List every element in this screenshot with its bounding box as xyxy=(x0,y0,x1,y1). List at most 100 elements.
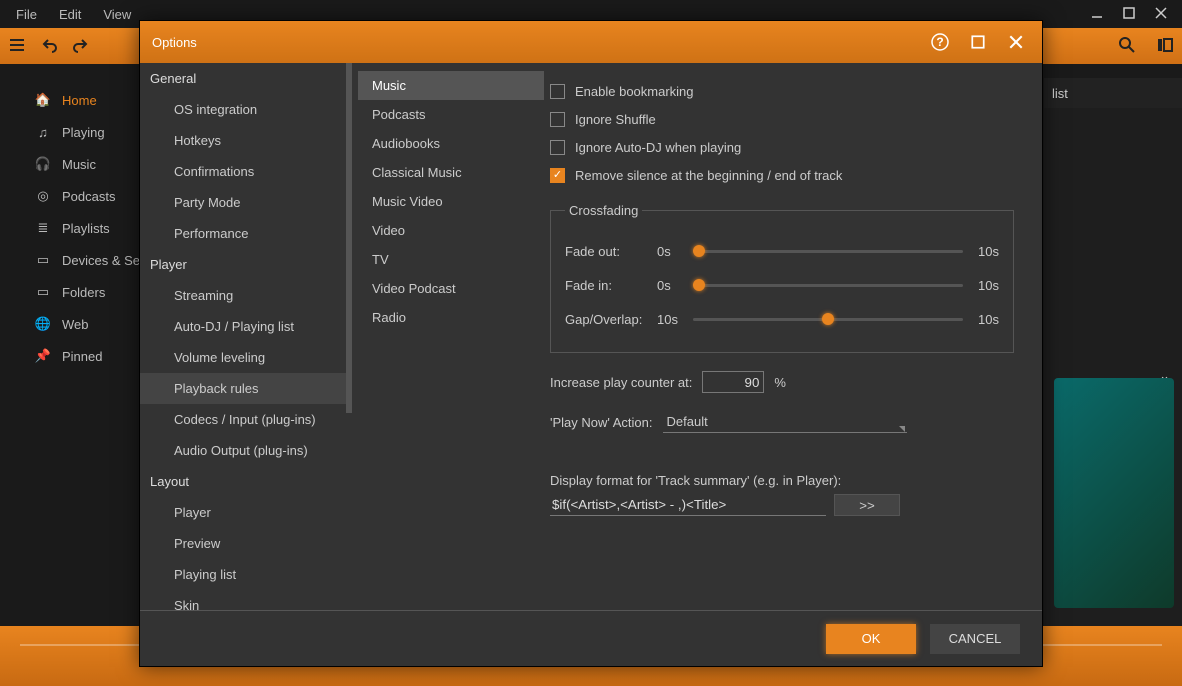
media-type-music-video[interactable]: Music Video xyxy=(358,187,544,216)
panel-toggle-icon[interactable] xyxy=(1156,36,1174,57)
dialog-footer: OK CANCEL xyxy=(140,610,1042,666)
ok-button[interactable]: OK xyxy=(826,624,916,654)
undo-icon[interactable] xyxy=(40,36,58,57)
album-art xyxy=(1054,378,1174,608)
tree-item-playing-list[interactable]: Playing list xyxy=(140,559,352,590)
sidebar-item-label: Podcasts xyxy=(62,189,115,204)
label-fade-out: Fade out: xyxy=(565,244,647,259)
tree-scrollbar[interactable] xyxy=(346,63,352,413)
dropdown-icon xyxy=(899,426,905,432)
music-note-icon: ♫ xyxy=(34,123,52,141)
tree-item-party-mode[interactable]: Party Mode xyxy=(140,187,352,218)
input-display-format[interactable] xyxy=(550,494,826,516)
media-type-classical[interactable]: Classical Music xyxy=(358,158,544,187)
label-play-now-action: 'Play Now' Action: xyxy=(550,415,653,430)
sidebar-item-devices[interactable]: ▭ Devices & Se xyxy=(0,244,145,276)
media-type-music[interactable]: Music xyxy=(358,71,544,100)
options-dialog: Options ? General OS integration Hotkeys… xyxy=(139,20,1043,667)
globe-icon: 🌐 xyxy=(34,315,52,333)
sidebar-item-podcasts[interactable]: ◎ Podcasts xyxy=(0,180,145,212)
sidebar-item-pinned[interactable]: 📌 Pinned xyxy=(0,340,145,372)
device-icon: ▭ xyxy=(34,251,52,269)
label-display-format: Display format for 'Track summary' (e.g.… xyxy=(550,473,1014,488)
hamburger-icon[interactable] xyxy=(8,36,26,57)
tree-item-performance[interactable]: Performance xyxy=(140,218,352,249)
label-enable-bookmarking: Enable bookmarking xyxy=(575,84,694,99)
media-type-audiobooks[interactable]: Audiobooks xyxy=(358,129,544,158)
tree-item-layout-player[interactable]: Player xyxy=(140,497,352,528)
tree-item-auto-dj[interactable]: Auto-DJ / Playing list xyxy=(140,311,352,342)
tree-item-skin[interactable]: Skin xyxy=(140,590,352,610)
podcast-icon: ◎ xyxy=(34,187,52,205)
menu-edit[interactable]: Edit xyxy=(49,3,91,26)
search-icon[interactable] xyxy=(1118,36,1136,57)
label-ignore-shuffle: Ignore Shuffle xyxy=(575,112,656,127)
checkbox-ignore-autodj[interactable] xyxy=(550,140,565,155)
input-increase-counter[interactable] xyxy=(702,371,764,393)
sidebar-item-label: Playing xyxy=(62,125,105,140)
label-remove-silence: Remove silence at the beginning / end of… xyxy=(575,168,842,183)
sidebar-item-label: Web xyxy=(62,317,89,332)
label-gap-overlap: Gap/Overlap: xyxy=(565,312,647,327)
sidebar-item-label: Music xyxy=(62,157,96,172)
tree-item-playback-rules[interactable]: Playback rules xyxy=(140,373,352,404)
sidebar-item-label: Home xyxy=(62,93,97,108)
slider-gap-overlap[interactable] xyxy=(693,310,963,328)
tree-item-codecs[interactable]: Codecs / Input (plug-ins) xyxy=(140,404,352,435)
tree-item-streaming[interactable]: Streaming xyxy=(140,280,352,311)
sidebar-item-playing[interactable]: ♫ Playing xyxy=(0,116,145,148)
gap-min: 10s xyxy=(657,312,683,327)
media-type-video[interactable]: Video xyxy=(358,216,544,245)
help-icon[interactable]: ? xyxy=(926,28,954,56)
sidebar-item-home[interactable]: 🏠Home xyxy=(0,84,145,116)
close-icon[interactable] xyxy=(1154,6,1168,23)
crossfading-legend: Crossfading xyxy=(565,203,642,218)
pin-icon: 📌 xyxy=(34,347,52,365)
right-panel: list ⌄ Rating: xyxy=(1044,78,1182,626)
playback-rules-pane: Enable bookmarking Ignore Shuffle Ignore… xyxy=(544,63,1042,610)
sidebar-item-playlists[interactable]: ≣Playlists xyxy=(0,212,145,244)
media-type-video-podcast[interactable]: Video Podcast xyxy=(358,274,544,303)
button-format-more[interactable]: >> xyxy=(834,494,900,516)
slider-fade-in[interactable] xyxy=(693,276,963,294)
media-type-radio[interactable]: Radio xyxy=(358,303,544,332)
gap-max: 10s xyxy=(973,312,999,327)
minimize-icon[interactable] xyxy=(1090,6,1104,23)
cancel-button[interactable]: CANCEL xyxy=(930,624,1020,654)
options-tree[interactable]: General OS integration Hotkeys Confirmat… xyxy=(140,63,358,610)
sidebar-item-folders[interactable]: ▭Folders xyxy=(0,276,145,308)
fade-in-min: 0s xyxy=(657,278,683,293)
fade-out-min: 0s xyxy=(657,244,683,259)
tree-group-layout[interactable]: Layout xyxy=(140,466,352,497)
sidebar-item-web[interactable]: 🌐 Web xyxy=(0,308,145,340)
tree-group-player[interactable]: Player xyxy=(140,249,352,280)
checkbox-remove-silence[interactable] xyxy=(550,168,565,183)
tree-item-hotkeys[interactable]: Hotkeys xyxy=(140,125,352,156)
dialog-maximize-icon[interactable] xyxy=(964,28,992,56)
redo-icon[interactable] xyxy=(72,36,90,57)
label-increase-counter: Increase play counter at: xyxy=(550,375,692,390)
checkbox-ignore-shuffle[interactable] xyxy=(550,112,565,127)
dialog-titlebar: Options ? xyxy=(140,21,1042,63)
tree-group-general[interactable]: General xyxy=(140,63,352,94)
slider-fade-out[interactable] xyxy=(693,242,963,260)
sidebar-item-label: Devices & Se xyxy=(62,253,140,268)
media-type-tv[interactable]: TV xyxy=(358,245,544,274)
sidebar-item-label: Pinned xyxy=(62,349,102,364)
label-percent: % xyxy=(774,375,786,390)
maximize-icon[interactable] xyxy=(1122,6,1136,23)
checkbox-enable-bookmarking[interactable] xyxy=(550,84,565,99)
tree-item-confirmations[interactable]: Confirmations xyxy=(140,156,352,187)
dialog-close-icon[interactable] xyxy=(1002,28,1030,56)
media-type-podcasts[interactable]: Podcasts xyxy=(358,100,544,129)
tree-item-audio-output[interactable]: Audio Output (plug-ins) xyxy=(140,435,352,466)
sidebar-item-music[interactable]: 🎧 Music xyxy=(0,148,145,180)
tree-item-os-integration[interactable]: OS integration xyxy=(140,94,352,125)
menu-view[interactable]: View xyxy=(93,3,141,26)
tree-item-volume-leveling[interactable]: Volume leveling xyxy=(140,342,352,373)
tree-item-preview[interactable]: Preview xyxy=(140,528,352,559)
menu-file[interactable]: File xyxy=(6,3,47,26)
headphones-icon: 🎧 xyxy=(34,155,52,173)
select-play-now-action[interactable]: Default xyxy=(663,411,907,433)
folder-icon: ▭ xyxy=(34,283,52,301)
